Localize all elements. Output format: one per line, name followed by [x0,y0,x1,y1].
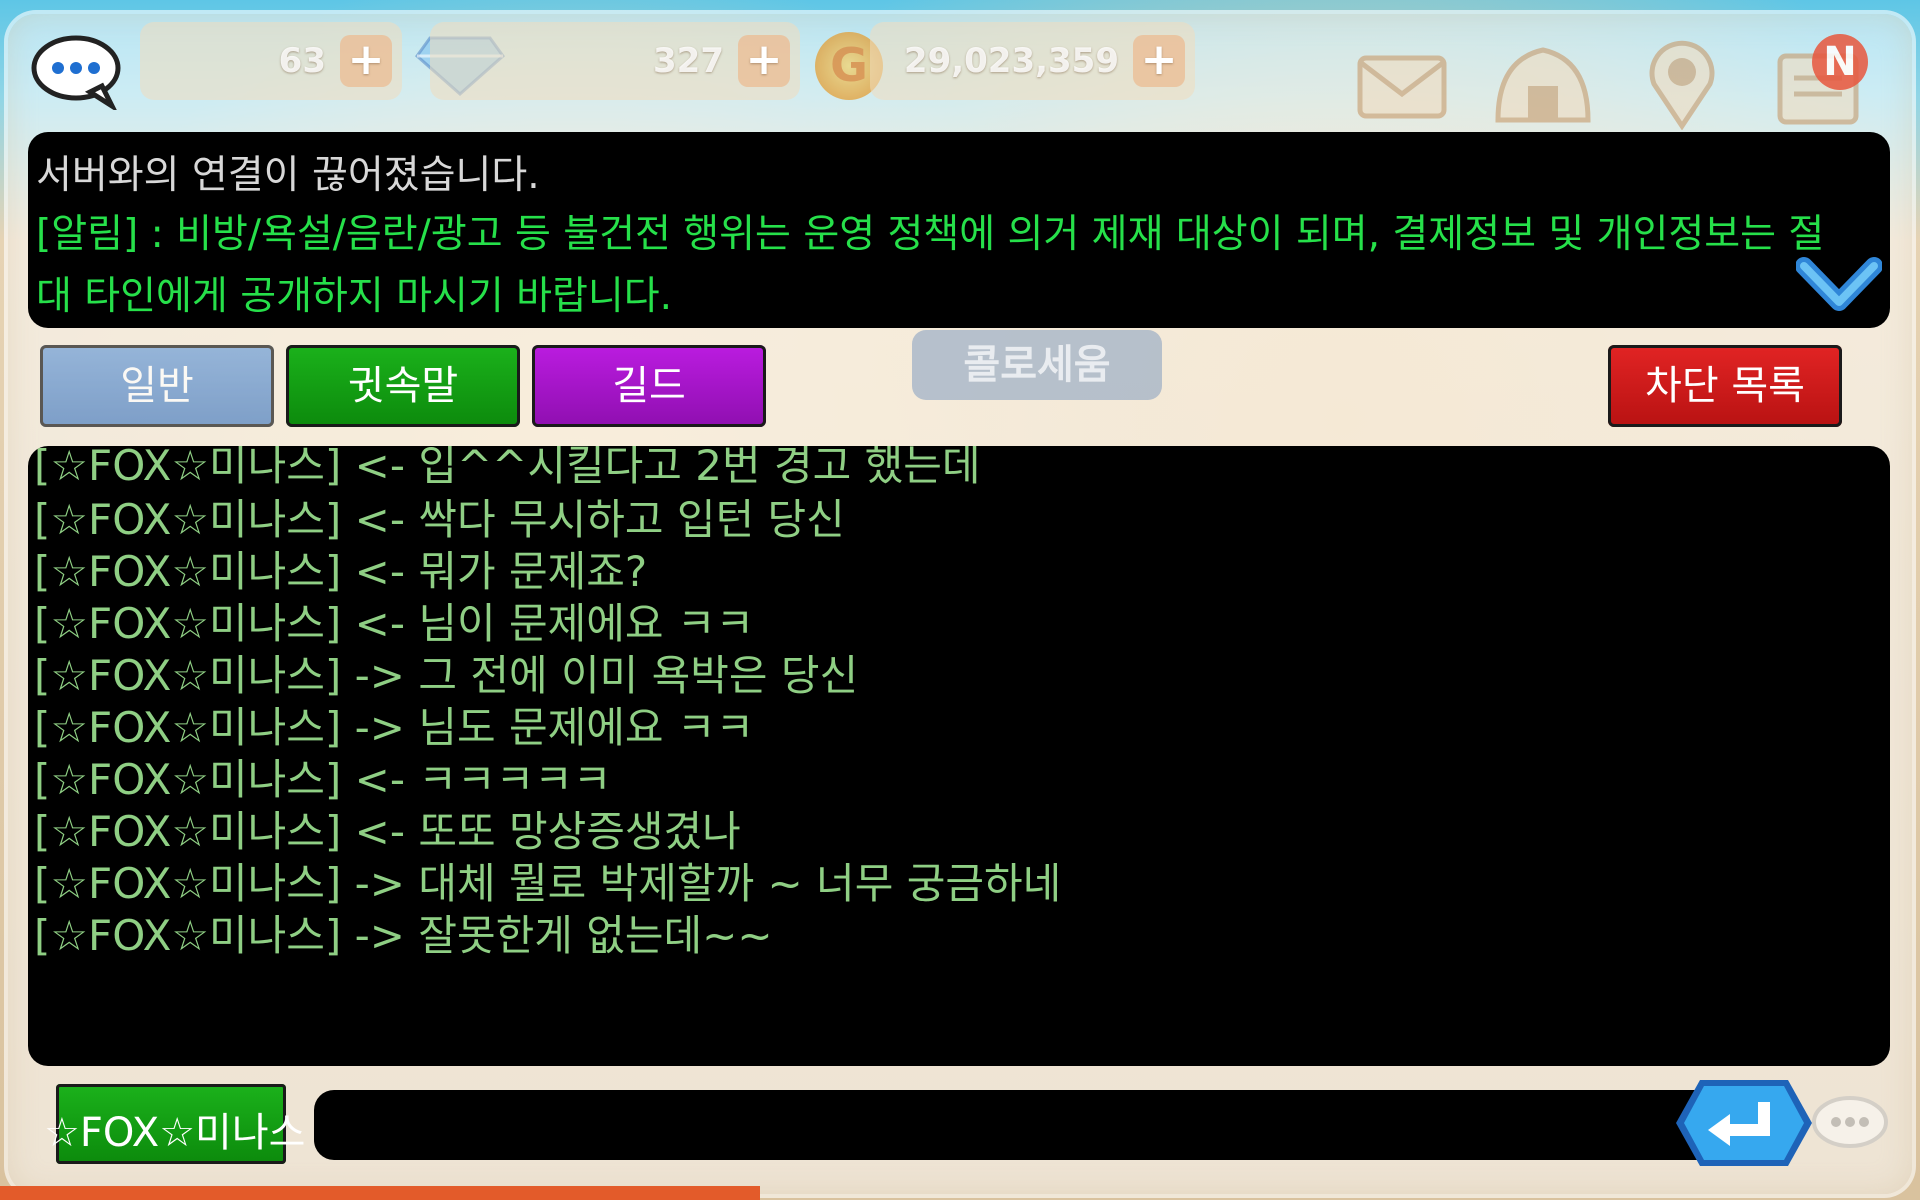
disconnect-message: 서버와의 연결이 끊어졌습니다. [36,153,540,198]
tab-guild[interactable]: 길드 [532,345,766,427]
policy-notice: [알림] : 비방/욕설/음란/광고 등 불건전 행위는 운영 정책에 의거 제… [36,212,1825,319]
guild-house-icon[interactable] [1488,40,1598,130]
gold-plus-button[interactable]: + [1133,35,1185,87]
block-list-button[interactable]: 차단 목록 [1608,345,1842,427]
whisper-target-name: ☆FOX☆미나스 [44,1110,306,1156]
stat1-pill: 63 + [140,22,402,100]
stat1-value: 63 [278,41,326,81]
gems-value: 327 [653,41,724,81]
enter-send-icon[interactable] [1672,1074,1816,1172]
chat-bubble-icon[interactable] [1810,1094,1890,1158]
map-pin-icon[interactable] [1634,40,1730,130]
chevron-down-icon[interactable] [1796,252,1882,324]
gems-pill: 327 + [430,22,800,100]
chat-log[interactable]: [☆FOX☆미나스] <- 입^^시킬다고 2번 경고 했는데 [☆FOX☆미나… [28,446,1890,1066]
system-notice-panel: 서버와의 연결이 끊어졌습니다. [알림] : 비방/욕설/음란/광고 등 불건… [28,132,1890,328]
chat-input[interactable] [314,1090,1774,1160]
gems-plus-button[interactable]: + [738,35,790,87]
tab-normal[interactable]: 일반 [40,345,274,427]
colosseum-sign: 콜로세움 [912,330,1162,400]
stat1-plus-button[interactable]: + [340,35,392,87]
tab-whisper[interactable]: 귓속말 [286,345,520,427]
new-badge: N [1812,34,1868,90]
progress-bar [0,1186,760,1200]
gold-pill: 29,023,359 + [870,22,1195,100]
chat-message: [☆FOX☆미나스] -> 잘못한게 없는데~~ [34,911,773,960]
gold-value: 29,023,359 [903,41,1119,81]
mail-icon[interactable] [1354,40,1450,130]
chat-bubble-icon[interactable] [30,34,126,110]
